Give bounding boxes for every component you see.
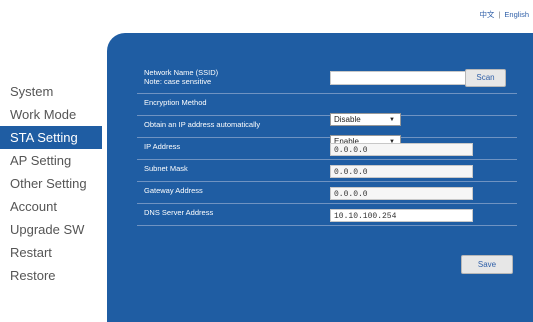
subnet-mask-input[interactable]: 0.0.0.0 [330,165,473,178]
save-button[interactable]: Save [461,255,513,274]
encryption-row: Encryption Method Disable ▼ [137,94,517,126]
ssid-input[interactable] [330,71,473,85]
lang-separator: | [498,10,501,19]
dns-row: DNS Server Address 10.10.100.254 [137,204,517,226]
subnet-mask-row: Subnet Mask 0.0.0.0 [137,160,517,182]
sidebar-item-account[interactable]: Account [0,195,110,218]
obtain-ip-label: Obtain an IP address automatically [144,120,261,129]
sidebar-item-system[interactable]: System [0,80,110,103]
lang-english-link[interactable]: English [504,10,529,19]
gateway-input[interactable]: 0.0.0.0 [330,187,473,200]
sidebar-item-ap-setting[interactable]: AP Setting [0,149,110,172]
language-bar: 中文 | English [479,9,529,20]
obtain-ip-row: Obtain an IP address automatically Enabl… [137,116,517,148]
sidebar-item-sta-setting[interactable]: STA Setting [0,126,102,149]
dns-input[interactable]: 10.10.100.254 [330,209,473,222]
sidebar-item-work-mode[interactable]: Work Mode [0,103,110,126]
sidebar-item-other-setting[interactable]: Other Setting [0,172,110,195]
encryption-label: Encryption Method [144,98,207,107]
settings-panel: Network Name (SSID) Note: case sensitive… [107,33,533,322]
ip-address-input[interactable]: 0.0.0.0 [330,143,473,156]
ip-address-row: IP Address 0.0.0.0 [137,138,517,160]
scan-button[interactable]: Scan [465,69,506,87]
settings-form: Network Name (SSID) Note: case sensitive… [137,64,517,226]
sidebar: System Work Mode STA Setting AP Setting … [0,80,110,287]
gateway-row: Gateway Address 0.0.0.0 [137,182,517,204]
sidebar-item-upgrade-sw[interactable]: Upgrade SW [0,218,110,241]
sidebar-item-restart[interactable]: Restart [0,241,110,264]
lang-chinese-link[interactable]: 中文 [479,9,494,20]
sidebar-item-restore[interactable]: Restore [0,264,110,287]
ssid-row: Network Name (SSID) Note: case sensitive [137,64,517,94]
